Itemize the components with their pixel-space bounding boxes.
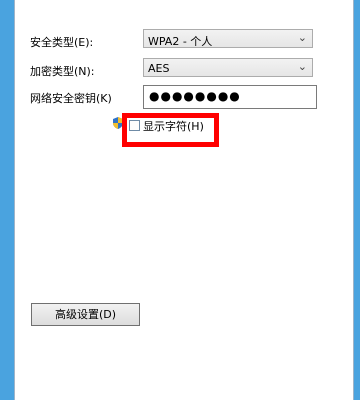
security-key-value: ●●●●●●●●: [149, 89, 241, 103]
security-key-label: 网络安全密钥(K): [30, 92, 112, 105]
security-type-row: 安全类型(E): WPA2 - 个人 ⌄: [30, 29, 320, 53]
wireless-properties-dialog: 安全类型(E): WPA2 - 个人 ⌄ 加密类型(N): AES ⌄ 网络安全…: [14, 0, 354, 400]
encryption-type-select[interactable]: AES ⌄: [143, 58, 313, 77]
encryption-type-value: AES: [148, 62, 170, 75]
encryption-type-row: 加密类型(N): AES ⌄: [30, 58, 320, 82]
security-type-select[interactable]: WPA2 - 个人 ⌄: [143, 29, 313, 48]
uac-shield-icon: [113, 117, 123, 129]
security-key-input[interactable]: ●●●●●●●●: [143, 85, 317, 109]
chevron-down-icon: ⌄: [297, 31, 307, 44]
advanced-settings-button[interactable]: 高级设置(D): [31, 303, 140, 326]
chevron-down-icon: ⌄: [297, 60, 307, 73]
security-key-row: 网络安全密钥(K) ●●●●●●●●: [30, 85, 320, 109]
security-type-value: WPA2 - 个人: [148, 35, 213, 48]
show-characters-checkbox[interactable]: [129, 120, 140, 131]
security-type-label: 安全类型(E):: [30, 36, 94, 49]
show-characters-label[interactable]: 显示字符(H): [143, 118, 204, 134]
encryption-type-label: 加密类型(N):: [30, 65, 95, 78]
window-background: 安全类型(E): WPA2 - 个人 ⌄ 加密类型(N): AES ⌄ 网络安全…: [0, 0, 360, 400]
